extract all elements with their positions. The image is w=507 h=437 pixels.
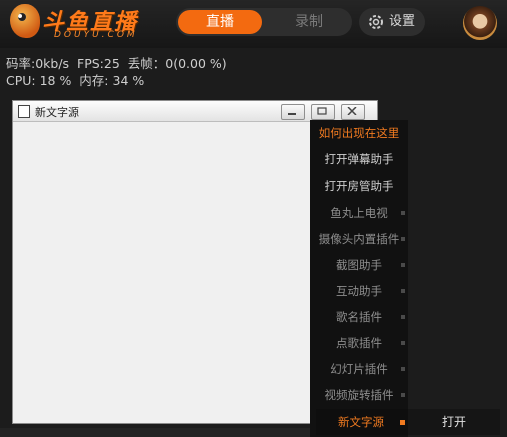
minimize-icon xyxy=(288,113,296,115)
settings-label: 设置 xyxy=(389,14,416,29)
gear-icon xyxy=(369,15,383,29)
menu-item-slideshow[interactable]: 幻灯片插件 xyxy=(310,356,408,382)
menu-header-how-to[interactable]: 如何出现在这里 xyxy=(310,120,408,146)
dot-icon xyxy=(401,341,405,345)
dot-icon xyxy=(401,263,405,267)
dot-icon xyxy=(401,237,405,241)
dot-icon xyxy=(401,289,405,293)
mode-tabs: 直播 录制 xyxy=(176,8,352,36)
dot-icon xyxy=(401,315,405,319)
menu-item-screenshot[interactable]: 截图助手 xyxy=(310,252,408,278)
bottom-strip xyxy=(0,428,310,437)
dot-icon xyxy=(401,393,405,397)
menu-item-label: 截图助手 xyxy=(336,258,382,272)
stats-line-cpu-memory: CPU: 18 % 内存: 34 % xyxy=(6,73,145,88)
window-title: 新文字源 xyxy=(35,106,79,119)
close-icon xyxy=(347,107,357,115)
menu-item-song-name[interactable]: 歌名插件 xyxy=(310,304,408,330)
minimize-button[interactable] xyxy=(281,104,305,120)
menu-item-label: 视频旋转插件 xyxy=(324,388,394,402)
top-bar: 斗鱼直播 DOUYU.COM 直播 录制 设置 xyxy=(0,0,507,48)
menu-item-camera-plugin[interactable]: 摄像头内置插件 xyxy=(310,226,408,252)
menu-item-label: 鱼丸上电视 xyxy=(330,206,388,220)
maximize-icon xyxy=(317,107,327,115)
settings-button[interactable]: 设置 xyxy=(359,8,425,36)
app-icon xyxy=(18,105,30,118)
menu-item-fishball-tv[interactable]: 鱼丸上电视 xyxy=(310,200,408,226)
source-preview-area xyxy=(14,123,311,421)
selected-dot-icon xyxy=(400,420,405,425)
fish-logo-icon xyxy=(10,4,40,38)
menu-item-label: 幻灯片插件 xyxy=(330,362,388,376)
dot-icon xyxy=(401,367,405,371)
menu-item-label: 互动助手 xyxy=(336,284,382,298)
menu-item-danmu-helper[interactable]: 打开弹幕助手 xyxy=(310,146,408,172)
menu-item-song-request[interactable]: 点歌插件 xyxy=(310,330,408,356)
menu-item-room-admin[interactable]: 打开房管助手 xyxy=(310,173,408,199)
menu-item-label: 歌名插件 xyxy=(336,310,382,324)
open-button[interactable]: 打开 xyxy=(408,409,500,435)
window-titlebar[interactable]: 新文字源 xyxy=(13,101,377,122)
douyu-logo: 斗鱼直播 DOUYU.COM xyxy=(10,4,145,44)
selected-item-label: 新文字源 xyxy=(338,415,384,429)
stats-line-bitrate-fps: 码率:0kb/s FPS:25 丢帧：0(0.00 %) xyxy=(6,56,227,71)
dot-icon xyxy=(401,211,405,215)
avatar[interactable] xyxy=(463,6,497,40)
menu-item-label: 打开弹幕助手 xyxy=(324,152,394,166)
menu-item-selected[interactable]: 新文字源 xyxy=(316,409,408,435)
logo-subtext: DOUYU.COM xyxy=(54,30,138,40)
menu-item-label: 打开房管助手 xyxy=(324,179,394,193)
plugin-menu: 如何出现在这里 打开弹幕助手 打开房管助手 鱼丸上电视 摄像头内置插件 截图助手… xyxy=(310,120,408,437)
menu-item-label: 点歌插件 xyxy=(336,336,382,350)
menu-item-label: 摄像头内置插件 xyxy=(318,232,400,246)
menu-item-interaction[interactable]: 互动助手 xyxy=(310,278,408,304)
tab-record[interactable]: 录制 xyxy=(268,10,350,34)
tab-live[interactable]: 直播 xyxy=(178,10,262,34)
menu-item-video-rotate[interactable]: 视频旋转插件 xyxy=(310,382,408,408)
close-button[interactable] xyxy=(341,104,365,120)
maximize-button[interactable] xyxy=(311,104,335,120)
stream-stats: 码率:0kb/s FPS:25 丢帧：0(0.00 %) CPU: 18 % 内存… xyxy=(6,55,227,89)
